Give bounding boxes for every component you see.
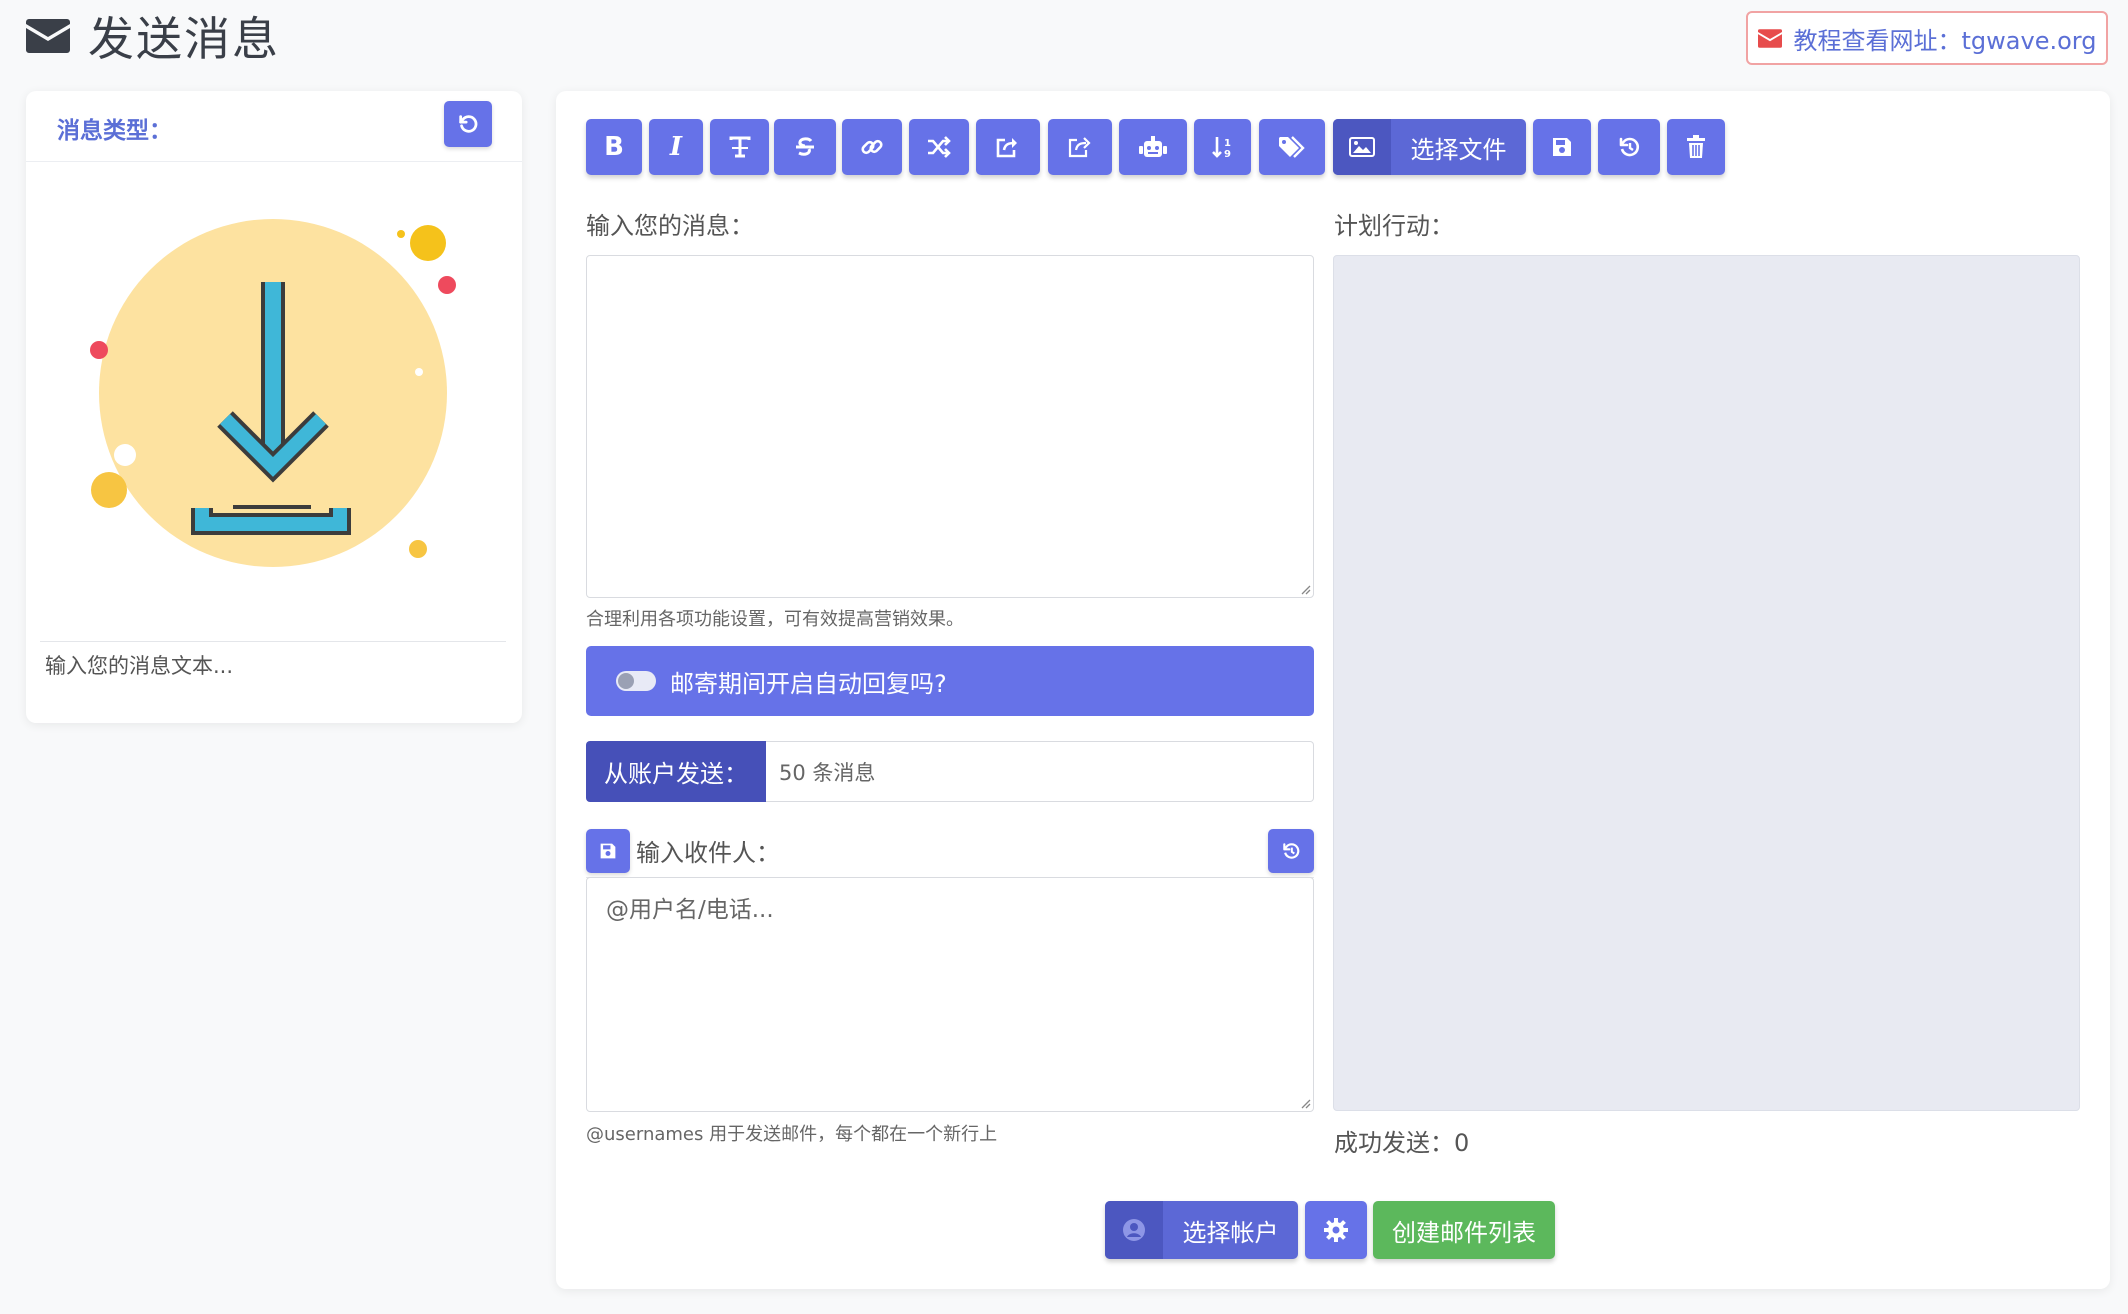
plan-output [1333,255,2080,1111]
link-button[interactable] [842,119,902,175]
strikethrough-icon [793,135,817,159]
text-height-icon [728,136,752,158]
recipients-header: 输入收件人： [586,825,1314,878]
compose-card: B I 19 选择文件 输入您的消息： 合理利用各项功能设置，可有效提高营销效果… [556,91,2110,1289]
save-icon [599,842,617,860]
link-icon [860,135,884,159]
auto-reply-toggle[interactable] [616,671,656,691]
sort-numeric-icon: 19 [1211,135,1235,159]
bold-icon: B [604,132,624,162]
strikethrough-button[interactable] [774,119,836,175]
success-count: 成功发送：0 [1334,1129,1470,1157]
shuffle-button[interactable] [909,119,969,175]
bold-button[interactable]: B [586,119,642,175]
text-height-button[interactable] [710,119,769,175]
page-header: 发送消息 [26,4,280,68]
image-icon [1333,119,1391,175]
choose-file-label: 选择文件 [1410,135,1507,164]
save-icon [1551,136,1573,158]
send-from-input[interactable]: 50 条消息 [766,741,1314,802]
auto-reply-toggle-bar[interactable]: 邮寄期间开启自动回复吗? [586,646,1314,716]
message-type-header: 消息类型： [26,91,522,162]
message-preview-text: 输入您的消息文本... [45,654,234,678]
recipients-label: 输入收件人： [636,839,780,867]
undo-icon [457,113,479,135]
message-type-card: 消息类型： 输入您的消息文本... [26,91,522,723]
recipients-placeholder: @用户名/电话... [606,897,774,923]
gear-icon [1323,1217,1349,1243]
trash-icon [1686,135,1706,159]
tags-button[interactable] [1259,119,1325,175]
forward-button[interactable] [976,119,1040,175]
share-button[interactable] [1048,119,1112,175]
choose-file-button[interactable]: 选择文件 [1333,119,1526,175]
auto-reply-label: 邮寄期间开启自动回复吗? [670,669,947,698]
plan-label: 计划行动： [1334,212,1454,240]
history-button[interactable] [1598,119,1660,175]
tags-icon [1277,135,1307,159]
envelope-icon [26,19,70,53]
robot-icon [1138,135,1168,159]
tutorial-link[interactable]: 教程查看网址：tgwave.org [1746,11,2108,65]
share-icon [1067,135,1093,159]
send-from-group: 从账户发送： 50 条消息 [586,741,1314,802]
user-circle-icon [1105,1201,1163,1259]
delete-button[interactable] [1667,119,1725,175]
preview-divider [40,641,506,642]
reset-message-type-button[interactable] [444,101,492,147]
message-label: 输入您的消息： [586,212,754,240]
italic-button[interactable]: I [649,119,703,175]
svg-text:1: 1 [1224,138,1231,149]
history-icon [1281,841,1301,861]
choose-account-label: 选择帐户 [1182,1218,1279,1247]
settings-button[interactable] [1305,1201,1367,1259]
recipients-help-text: @usernames 用于发送邮件，每个都在一个新行上 [586,1124,998,1145]
shuffle-icon [926,136,952,158]
message-help-text: 合理利用各项功能设置，可有效提高营销效果。 [586,609,964,630]
message-textarea[interactable] [586,255,1314,598]
download-icon [40,162,506,582]
bot-button[interactable] [1119,119,1187,175]
envelope-icon [1757,28,1782,48]
create-mailing-list-button[interactable]: 创建邮件列表 [1373,1201,1555,1259]
choose-account-button[interactable]: 选择帐户 [1105,1201,1298,1259]
italic-icon: I [669,132,683,162]
create-mailing-list-label: 创建邮件列表 [1392,1218,1536,1247]
save-button[interactable] [1533,119,1591,175]
svg-text:9: 9 [1224,149,1231,159]
sort-button[interactable]: 19 [1194,119,1251,175]
resize-grip-icon[interactable] [1299,1097,1311,1109]
recipients-textarea[interactable]: @用户名/电话... [586,877,1314,1112]
save-recipients-button[interactable] [586,829,630,873]
resize-grip-icon[interactable] [1299,583,1311,595]
send-from-label: 从账户发送： [586,741,766,802]
tutorial-link-text[interactable]: 教程查看网址：tgwave.org [1794,21,2097,56]
message-preview [40,162,506,733]
share-square-icon [995,135,1021,159]
toggle-knob [618,673,634,689]
message-type-label: 消息类型： [57,118,172,144]
page-title: 发送消息 [88,12,280,66]
history-icon [1617,135,1641,159]
recipients-history-button[interactable] [1268,829,1314,873]
